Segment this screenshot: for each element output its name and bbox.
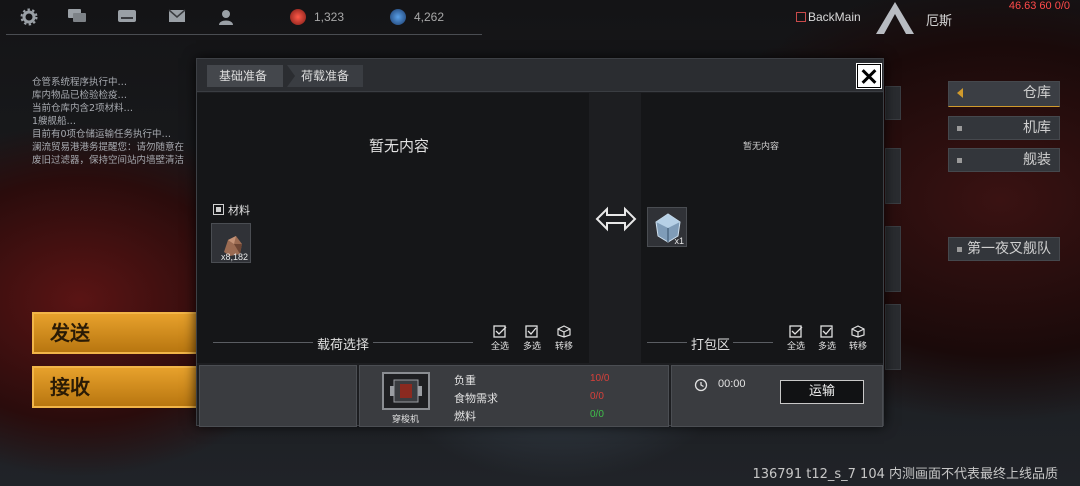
control-label: 全选 bbox=[786, 342, 805, 352]
menu-item-label: 舰装 bbox=[1023, 152, 1051, 168]
stat-value: 10/0 bbox=[590, 373, 610, 384]
divider bbox=[213, 342, 313, 343]
shuttle-icon bbox=[390, 379, 422, 403]
shuttle-slot[interactable] bbox=[382, 372, 430, 410]
log-line: 库内物品已检验检疫… bbox=[32, 90, 128, 101]
select-all-button[interactable]: 全选 bbox=[783, 325, 809, 352]
transfer-button[interactable]: 转移 bbox=[845, 325, 871, 352]
backmain-button[interactable]: BackMain bbox=[796, 10, 861, 24]
background-panel bbox=[885, 86, 901, 120]
fps-readout: 46.63 60 0/0 bbox=[1008, 0, 1070, 12]
stat-label: 燃料 bbox=[454, 410, 476, 423]
ship-button[interactable]: 运输 bbox=[780, 380, 864, 404]
multi-select-button[interactable]: 多选 bbox=[814, 325, 840, 352]
background-panel bbox=[885, 148, 901, 204]
cargo-selection-label: 载荷选择 bbox=[317, 338, 370, 353]
left-empty-text: 暂无内容 bbox=[369, 137, 430, 155]
packing-area-label: 打包区 bbox=[691, 338, 731, 353]
topbar-divider bbox=[6, 34, 482, 35]
receive-button[interactable]: 接收 bbox=[32, 366, 198, 408]
resource1-value: 1,323 bbox=[314, 10, 345, 24]
category-checkbox-icon bbox=[213, 204, 224, 215]
backmain-label: BackMain bbox=[808, 10, 861, 24]
player-name[interactable]: 厄斯 bbox=[926, 10, 952, 29]
stat-value: 0/0 bbox=[590, 409, 604, 420]
select-all-icon bbox=[493, 325, 507, 338]
system-log: 仓管系统程序执行中… 库内物品已检验检疫… 当前仓库内含2项材料… 1艘舰船… … bbox=[32, 76, 202, 167]
menu-item-outfit[interactable]: 舰装 bbox=[948, 148, 1060, 172]
top-bar: 1,323 4,262 BackMain 厄斯 46.63 60 0/0 bbox=[0, 0, 1080, 36]
category-label: 材料 bbox=[228, 204, 250, 217]
multi-select-icon bbox=[820, 325, 833, 338]
shipping-panel: 00:00 运输 bbox=[671, 365, 883, 427]
clock-icon bbox=[694, 378, 708, 392]
tab-load-prep[interactable]: 荷载准备 bbox=[287, 65, 363, 87]
transfer-box-icon bbox=[557, 325, 571, 338]
control-label: 全选 bbox=[490, 342, 509, 352]
bullet-icon bbox=[957, 126, 962, 131]
menu-item-label: 机库 bbox=[1023, 120, 1051, 136]
divider bbox=[733, 342, 773, 343]
blue-orb-icon bbox=[390, 9, 406, 25]
stat-label: 负重 bbox=[454, 374, 476, 387]
multi-select-icon bbox=[525, 325, 538, 338]
active-arrow-icon bbox=[957, 88, 963, 98]
chat-icon[interactable] bbox=[66, 8, 88, 28]
divider bbox=[647, 342, 687, 343]
dialog-header: 基础准备 荷载准备 bbox=[197, 59, 883, 92]
send-button[interactable]: 发送 bbox=[32, 312, 198, 354]
bullet-icon bbox=[957, 247, 962, 252]
item-quantity: x1 bbox=[674, 236, 684, 246]
tab-basic-prep[interactable]: 基础准备 bbox=[207, 65, 283, 87]
ore-item-slot[interactable]: x8,182 bbox=[211, 223, 251, 263]
menu-item-warehouse[interactable]: 仓库 bbox=[948, 81, 1060, 107]
timer-value: 00:00 bbox=[718, 378, 746, 390]
divider bbox=[373, 342, 473, 343]
empty-slot-panel bbox=[199, 365, 357, 427]
back-icon bbox=[796, 12, 806, 22]
log-line: 当前仓库内含2项材料… bbox=[32, 103, 134, 114]
red-orb-icon bbox=[290, 9, 306, 25]
crate-item-slot[interactable]: x1 bbox=[647, 207, 687, 247]
right-empty-text: 暂无内容 bbox=[743, 142, 780, 152]
ship-name: 穿梭机 bbox=[392, 415, 420, 425]
select-all-icon bbox=[789, 325, 803, 338]
stat-label: 食物需求 bbox=[454, 392, 498, 405]
keyboard-icon[interactable] bbox=[116, 8, 138, 28]
log-line: 澜流贸易港港务提醒您：请勿随意在 bbox=[32, 142, 185, 153]
build-info: 136791 t12_s_7 104 内测画面不代表最终上线品质 bbox=[752, 467, 1058, 482]
menu-item-fleet[interactable]: 第一夜叉舰队 bbox=[948, 237, 1060, 261]
menu-item-hangar[interactable]: 机库 bbox=[948, 116, 1060, 140]
item-quantity: x8,182 bbox=[220, 252, 248, 262]
log-line: 1艘舰船… bbox=[32, 116, 77, 127]
resource2-value: 4,262 bbox=[414, 10, 445, 24]
control-label: 转移 bbox=[848, 342, 867, 352]
log-line: 目前有0项仓储运输任务执行中… bbox=[32, 129, 172, 140]
transfer-box-icon bbox=[851, 325, 865, 338]
bullet-icon bbox=[957, 158, 962, 163]
game-logo-icon bbox=[876, 2, 914, 34]
menu-item-label: 第一夜叉舰队 bbox=[967, 241, 1051, 257]
background-panel bbox=[885, 226, 901, 292]
transfer-button[interactable]: 转移 bbox=[551, 325, 577, 352]
mail-icon[interactable] bbox=[166, 8, 188, 28]
cargo-dialog: 基础准备 荷载准备 暂无内容 暂无内容 材料 x8,182 x1 载荷选择 全选 bbox=[196, 58, 884, 427]
multi-select-button[interactable]: 多选 bbox=[519, 325, 545, 352]
background-panel bbox=[885, 304, 901, 370]
stat-value: 0/0 bbox=[590, 391, 604, 402]
control-label: 转移 bbox=[554, 342, 573, 352]
close-icon[interactable] bbox=[856, 63, 882, 89]
category-materials[interactable]: 材料 bbox=[213, 202, 250, 218]
control-label: 多选 bbox=[522, 342, 541, 352]
swap-arrows-icon[interactable] bbox=[595, 205, 637, 233]
cargo-selection-pane bbox=[197, 93, 589, 363]
log-line: 仓管系统程序执行中… bbox=[32, 77, 128, 88]
select-all-button[interactable]: 全选 bbox=[487, 325, 513, 352]
menu-item-label: 仓库 bbox=[1023, 85, 1051, 101]
gear-icon[interactable] bbox=[18, 8, 40, 28]
log-line: 废旧过滤器，保持空间站内墙壁清洁 bbox=[32, 155, 185, 166]
ship-info-panel: 穿梭机 负重 食物需求 燃料 10/0 0/0 0/0 bbox=[359, 365, 669, 427]
friends-icon[interactable] bbox=[216, 8, 238, 28]
control-label: 多选 bbox=[817, 342, 836, 352]
